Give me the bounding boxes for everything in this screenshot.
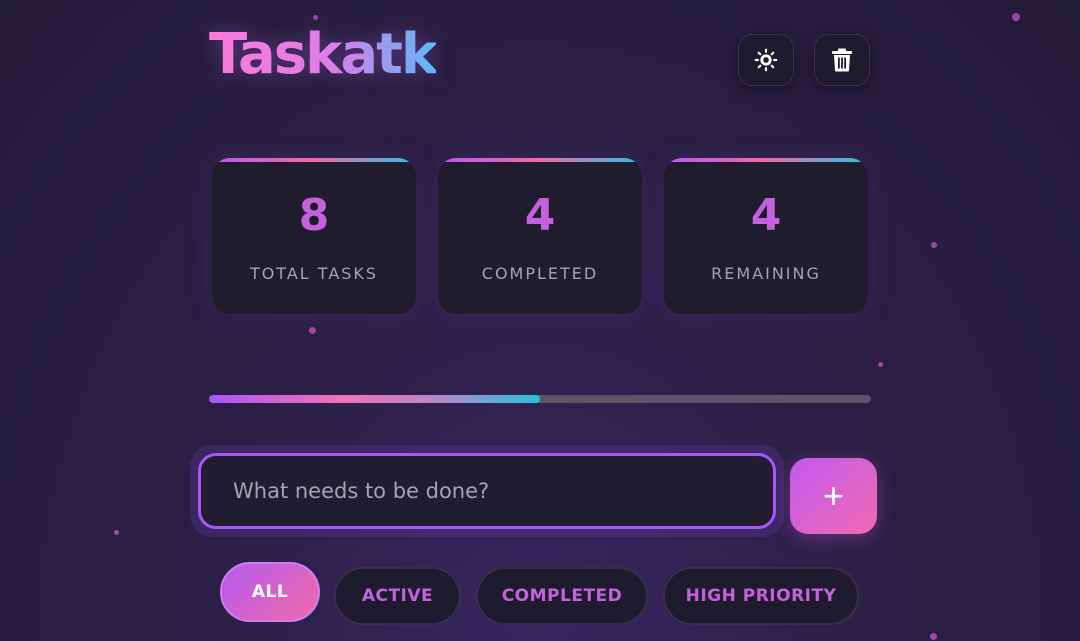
sun-icon	[754, 48, 778, 72]
stat-card-accent-bar	[438, 158, 642, 162]
stat-value: 4	[750, 190, 782, 241]
stat-card-accent-bar	[212, 158, 416, 162]
task-input[interactable]	[198, 453, 776, 529]
background-dot	[114, 530, 119, 535]
stat-value: 8	[298, 190, 330, 241]
stat-label: TOTAL TASKS	[249, 264, 379, 283]
background-dot	[930, 633, 937, 640]
background-dot	[313, 15, 318, 20]
theme-toggle-button[interactable]	[738, 34, 794, 86]
progress-bar	[209, 395, 871, 403]
stat-card-remaining: 4 REMAINING	[664, 158, 868, 314]
stat-card-total: 8 TOTAL TASKS	[212, 158, 416, 314]
background-dot	[1012, 13, 1020, 21]
stat-card-completed: 4 COMPLETED	[438, 158, 642, 314]
filter-active[interactable]: ACTIVE	[334, 567, 461, 625]
background-dot	[878, 362, 883, 367]
stat-label: COMPLETED	[481, 264, 599, 283]
app-title: Taskatk	[209, 22, 438, 87]
progress-fill	[209, 395, 540, 403]
stat-value: 4	[524, 190, 556, 241]
stat-card-accent-bar	[664, 158, 868, 162]
stat-label: REMAINING	[711, 264, 821, 283]
filter-all[interactable]: ALL	[220, 562, 320, 622]
filter-high-priority[interactable]: HIGH PRIORITY	[663, 567, 859, 625]
add-task-button[interactable]: +	[790, 458, 877, 534]
filter-completed[interactable]: COMPLETED	[476, 567, 648, 625]
background-dot	[309, 327, 316, 334]
background-dot	[931, 242, 937, 248]
clear-all-button[interactable]	[814, 34, 870, 86]
trash-icon	[832, 48, 852, 72]
